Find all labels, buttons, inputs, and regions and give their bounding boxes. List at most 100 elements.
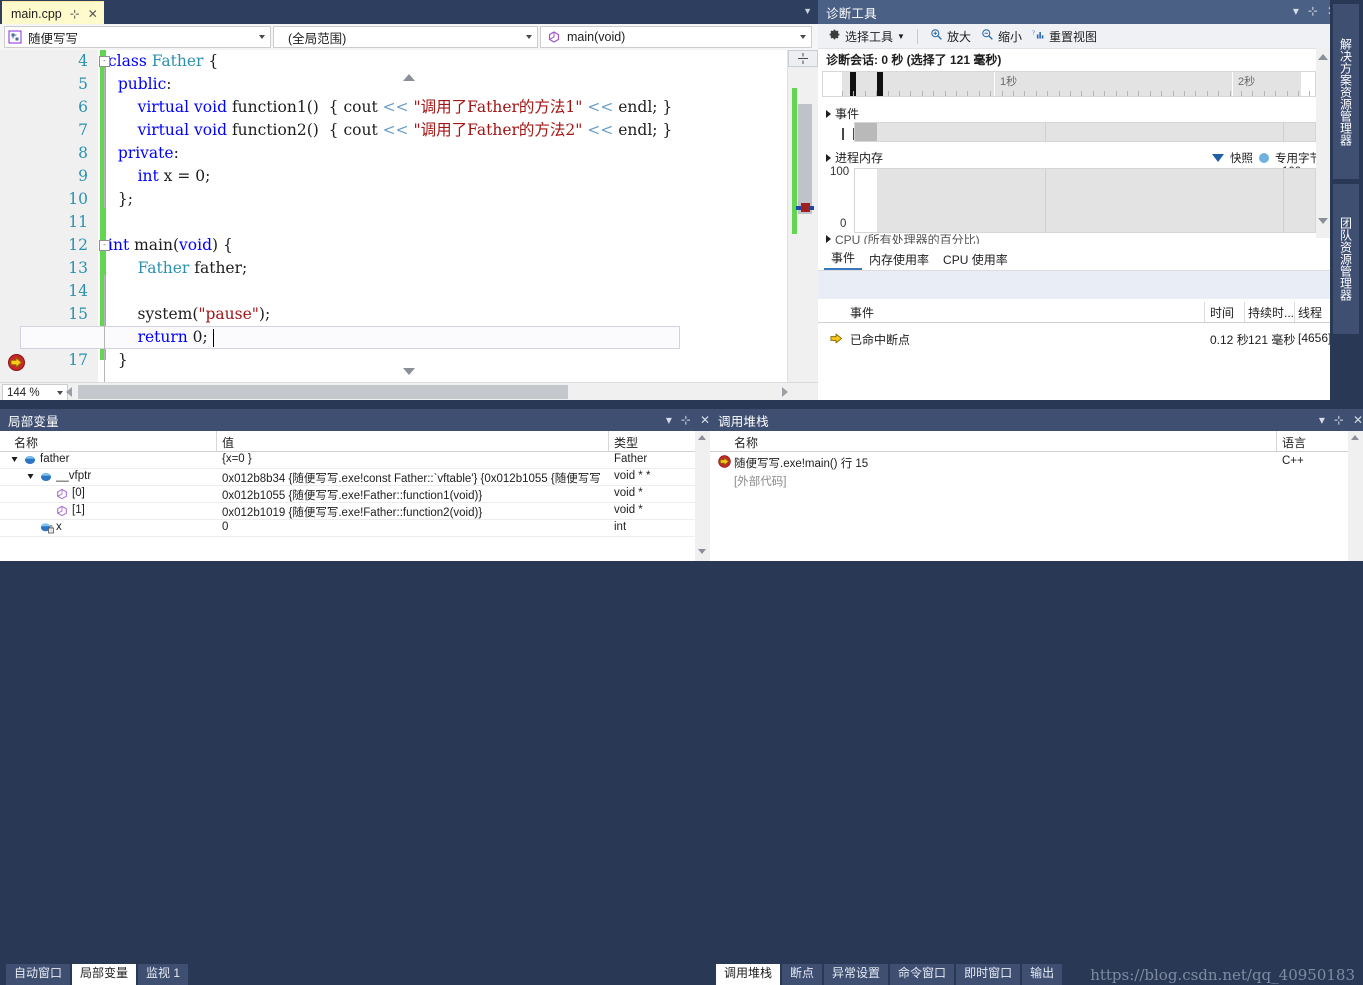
scroll-left-arrow-icon[interactable] [66,387,72,397]
chevron-down-icon[interactable] [526,35,532,39]
code-line[interactable] [108,280,818,303]
navbar-project-dropdown[interactable]: 随便写写 [4,26,271,48]
callstack-tab-4[interactable]: 即时窗口 [956,964,1021,985]
chevron-down-icon[interactable] [259,35,265,39]
code-line[interactable]: system("pause"); [108,303,818,326]
table-row[interactable]: [0] 0x012b1055 {随便写写.exe!Father::function… [0,485,695,503]
select-tool-button[interactable]: 选择工具 ▼ [825,27,908,46]
locals-vertical-scrollbar[interactable] [695,431,710,561]
editor-tab-main-cpp[interactable]: main.cpp ⊹ ✕ [2,1,104,25]
locals-tab-0[interactable]: 自动窗口 [6,964,71,985]
code-line[interactable]: int x = 0; [108,165,818,188]
expander-triangle-icon[interactable] [10,455,19,467]
reset-view-button[interactable]: ? 重置视图 [1029,27,1100,46]
panel-menu-chevron-down-icon[interactable]: ▾ [1293,4,1299,18]
chevron-down-icon[interactable] [57,391,63,395]
locals-grid[interactable]: 名称 值 类型 father {x=0 } Father __vfptr 0x012b8… [0,431,710,561]
table-row[interactable]: 随便写写.exe!main() 行 15 C++ [710,453,1348,471]
current-statement-arrow-icon[interactable] [8,354,25,371]
callstack-tab-2[interactable]: 异常设置 [824,964,889,985]
pin-icon[interactable]: ⊹ [70,7,80,21]
col-divider[interactable] [608,431,609,451]
code-line[interactable]: return 0; [108,326,818,349]
code-line[interactable]: }; [108,188,818,211]
code-line[interactable]: - int main(void) { [99,234,818,257]
close-icon[interactable]: ✕ [88,7,98,21]
diagnostic-tab-2[interactable]: CPU 使用率 [936,249,1015,270]
callstack-tab-0[interactable]: 调用堆栈 [716,964,781,985]
scroll-up-arrow-icon[interactable] [1351,435,1359,440]
diagnostic-vertical-scrollbar[interactable] [1316,48,1330,238]
variable-value[interactable]: 0x012b1055 {随便写写.exe!Father::function1(v… [222,487,604,503]
diagnostic-tab-0[interactable]: 事件 [824,247,863,270]
diagnostic-tab-1[interactable]: 内存使用率 [862,249,936,270]
callstack-tab-3[interactable]: 命令窗口 [890,964,955,985]
variable-value[interactable]: 0x012b8b34 {随便写写.exe!const Father::`vfta… [222,470,604,486]
callstack-col-name[interactable]: 名称 [734,434,758,451]
chevron-down-icon[interactable] [800,35,806,39]
events-table-row[interactable]: 已命中断点 0.12 秒 121 毫秒 [4656] [818,329,1331,349]
locals-col-value[interactable]: 值 [222,434,234,451]
col-divider[interactable] [216,431,217,451]
col-divider[interactable] [1276,431,1277,451]
process-memory-section-header[interactable]: 进程内存 [826,149,883,166]
locals-tab-2[interactable]: 监视 1 [138,964,189,985]
zoom-in-button[interactable]: 放大 [927,27,974,46]
callstack-tab-1[interactable]: 断点 [782,964,823,985]
variable-value[interactable]: 0 [222,521,604,533]
sidebar-item-team-explorer[interactable]: 团队资源管理器 [1333,184,1359,334]
code-line[interactable]: - class Father { [99,50,818,73]
code-line[interactable]: virtual void function1() { cout << "调用了F… [108,96,818,119]
outline-collapse-icon[interactable]: - [99,56,110,67]
code-line[interactable]: private: [108,142,818,165]
code-lines[interactable]: - class Father { public: virtual void fun… [99,50,818,382]
scroll-up-arrow-icon[interactable] [1318,54,1328,60]
chevron-down-icon[interactable]: ▼ [897,32,905,41]
table-row[interactable]: __vfptr 0x012b8b34 {随便写写.exe!const Father… [0,468,695,486]
zoom-out-button[interactable]: 缩小 [978,27,1025,46]
panel-menu-chevron-down-icon[interactable]: ▾ [666,413,672,427]
outline-collapse-icon[interactable]: - [99,240,110,251]
code-line[interactable] [108,211,818,234]
tab-list-chevron-down-icon[interactable]: ▼ [803,6,812,16]
locals-tab-1[interactable]: 局部变量 [72,964,137,985]
diagnostic-timeline-ruler[interactable]: 1秒 2秒 [822,71,1316,97]
callstack-col-language[interactable]: 语言 [1282,434,1306,451]
code-line[interactable]: virtual void function2() { cout << "调用了F… [108,119,818,142]
scroll-up-arrow-icon[interactable] [403,74,415,81]
code-line[interactable]: Father father; [108,257,818,280]
sidebar-item-solution-explorer[interactable]: 解决方案资源管理器 [1333,4,1359,179]
scroll-down-arrow-icon[interactable] [403,368,415,375]
variable-value[interactable]: {x=0 } [222,453,604,465]
process-memory-chart[interactable] [854,168,1316,233]
scrollbar-thumb[interactable] [798,104,812,214]
pin-icon[interactable]: ⊹ [1334,413,1344,427]
scroll-up-arrow-icon[interactable] [698,435,706,440]
pin-icon[interactable]: ⊹ [681,413,691,427]
locals-col-name[interactable]: 名称 [14,434,38,451]
close-icon[interactable]: ✕ [700,413,710,427]
call-stack-vertical-scrollbar[interactable] [1348,431,1363,561]
cpu-section-header[interactable]: CPU (所有处理器的百分比) [826,234,980,244]
horizontal-scrollbar-thumb[interactable] [78,385,568,399]
events-section-header[interactable]: 事件 [826,105,859,122]
scroll-down-arrow-icon[interactable] [1318,218,1328,224]
events-timeline-track[interactable] [854,122,1316,142]
table-row[interactable]: x 0 int [0,519,695,537]
scroll-right-arrow-icon[interactable] [782,387,788,397]
expander-triangle-icon[interactable] [26,472,35,484]
table-row[interactable]: [外部代码] [710,471,1348,489]
pin-icon[interactable]: ⊹ [1308,4,1318,18]
table-row[interactable]: father {x=0 } Father [0,451,695,469]
panel-menu-chevron-down-icon[interactable]: ▾ [1319,413,1325,427]
navbar-scope-dropdown[interactable]: (全局范围) [273,26,538,48]
editor-split-button[interactable] [788,50,818,67]
scroll-down-arrow-icon[interactable] [698,549,706,554]
close-icon[interactable]: ✕ [1353,413,1363,427]
locals-col-type[interactable]: 类型 [614,434,638,451]
code-line[interactable]: public: [108,73,818,96]
callstack-tab-5[interactable]: 输出 [1022,964,1063,985]
call-stack-grid[interactable]: 名称 语言 随便写写.exe!main() 行 15 C++ [外部代码] [710,431,1363,561]
table-row[interactable]: [1] 0x012b1019 {随便写写.exe!Father::function… [0,502,695,520]
variable-value[interactable]: 0x012b1019 {随便写写.exe!Father::function2(v… [222,504,604,520]
